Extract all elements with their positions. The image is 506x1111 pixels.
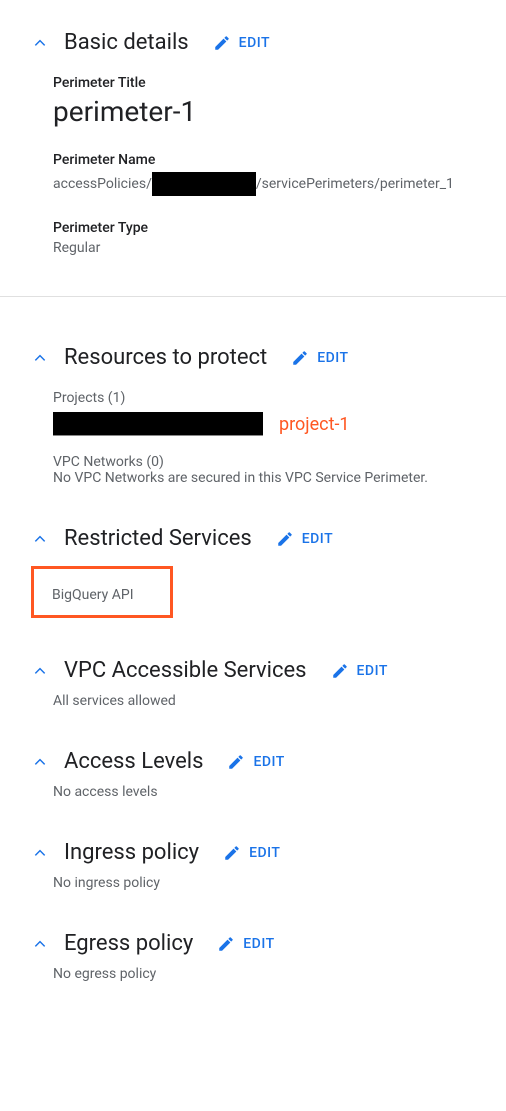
section-header: Egress policy EDIT bbox=[28, 931, 506, 956]
section-title: Basic details bbox=[64, 30, 189, 55]
redacted-project-id bbox=[53, 412, 263, 436]
vpc-networks-empty: No VPC Networks are secured in this VPC … bbox=[53, 470, 506, 486]
section-header: Access Levels EDIT bbox=[28, 749, 506, 774]
redacted-policy-id bbox=[152, 172, 256, 196]
perimeter-type-value: Regular bbox=[53, 240, 506, 256]
section-title: Ingress policy bbox=[64, 840, 199, 865]
edit-label: EDIT bbox=[249, 845, 280, 861]
chevron-up-icon[interactable] bbox=[28, 932, 52, 956]
section-title: VPC Accessible Services bbox=[64, 658, 307, 683]
section-title: Egress policy bbox=[64, 931, 193, 956]
edit-label: EDIT bbox=[302, 531, 333, 547]
section-restricted-services: Restricted Services EDIT BigQuery API bbox=[0, 526, 506, 618]
perimeter-title-value: perimeter-1 bbox=[53, 95, 506, 128]
section-title: Access Levels bbox=[64, 749, 203, 774]
edit-button[interactable]: EDIT bbox=[227, 753, 284, 771]
edit-label: EDIT bbox=[239, 35, 270, 51]
pencil-icon bbox=[227, 753, 245, 771]
edit-button[interactable]: EDIT bbox=[291, 349, 348, 367]
section-resources: Resources to protect EDIT Projects (1) p… bbox=[0, 345, 506, 486]
highlighted-callout: BigQuery API bbox=[31, 566, 173, 618]
section-egress-policy: Egress policy EDIT No egress policy bbox=[0, 931, 506, 982]
perimeter-name-label: Perimeter Name bbox=[53, 152, 506, 168]
pencil-icon bbox=[276, 530, 294, 548]
projects-count-label: Projects (1) bbox=[53, 390, 506, 406]
perimeter-name-suffix: /servicePerimeters/perimeter_1 bbox=[256, 176, 454, 192]
chevron-up-icon[interactable] bbox=[28, 31, 52, 55]
perimeter-type-label: Perimeter Type bbox=[53, 220, 506, 236]
section-header: Ingress policy EDIT bbox=[28, 840, 506, 865]
edit-label: EDIT bbox=[253, 754, 284, 770]
perimeter-name-value: accessPolicies/ /servicePerimeters/perim… bbox=[53, 172, 506, 196]
perimeter-name-prefix: accessPolicies/ bbox=[53, 176, 152, 192]
chevron-up-icon[interactable] bbox=[28, 346, 52, 370]
pencil-icon bbox=[331, 662, 349, 680]
restricted-service-item: BigQuery API bbox=[52, 587, 152, 603]
edit-button[interactable]: EDIT bbox=[213, 34, 270, 52]
section-access-levels: Access Levels EDIT No access levels bbox=[0, 749, 506, 800]
section-header: Resources to protect EDIT bbox=[28, 345, 506, 370]
section-ingress-policy: Ingress policy EDIT No ingress policy bbox=[0, 840, 506, 891]
chevron-up-icon[interactable] bbox=[28, 659, 52, 683]
access-levels-value: No access levels bbox=[53, 784, 506, 800]
pencil-icon bbox=[291, 349, 309, 367]
edit-label: EDIT bbox=[243, 936, 274, 952]
chevron-up-icon[interactable] bbox=[28, 527, 52, 551]
egress-value: No egress policy bbox=[53, 966, 506, 982]
edit-button[interactable]: EDIT bbox=[217, 935, 274, 953]
accessible-value: All services allowed bbox=[53, 693, 506, 709]
perimeter-title-label: Perimeter Title bbox=[53, 75, 506, 91]
divider bbox=[0, 296, 506, 297]
section-basic-details: Basic details EDIT Perimeter Title perim… bbox=[0, 30, 506, 256]
vpc-networks-count-label: VPC Networks (0) bbox=[53, 454, 506, 470]
section-title: Restricted Services bbox=[64, 526, 252, 551]
section-vpc-accessible: VPC Accessible Services EDIT All service… bbox=[0, 658, 506, 709]
edit-label: EDIT bbox=[357, 663, 388, 679]
pencil-icon bbox=[213, 34, 231, 52]
ingress-value: No ingress policy bbox=[53, 875, 506, 891]
pencil-icon bbox=[217, 935, 235, 953]
project-name: project-1 bbox=[279, 414, 350, 435]
section-header: VPC Accessible Services EDIT bbox=[28, 658, 506, 683]
section-title: Resources to protect bbox=[64, 345, 267, 370]
section-header: Basic details EDIT bbox=[28, 30, 506, 55]
chevron-up-icon[interactable] bbox=[28, 841, 52, 865]
chevron-up-icon[interactable] bbox=[28, 750, 52, 774]
edit-button[interactable]: EDIT bbox=[276, 530, 333, 548]
section-header: Restricted Services EDIT bbox=[28, 526, 506, 551]
edit-button[interactable]: EDIT bbox=[331, 662, 388, 680]
edit-label: EDIT bbox=[317, 350, 348, 366]
edit-button[interactable]: EDIT bbox=[223, 844, 280, 862]
pencil-icon bbox=[223, 844, 241, 862]
